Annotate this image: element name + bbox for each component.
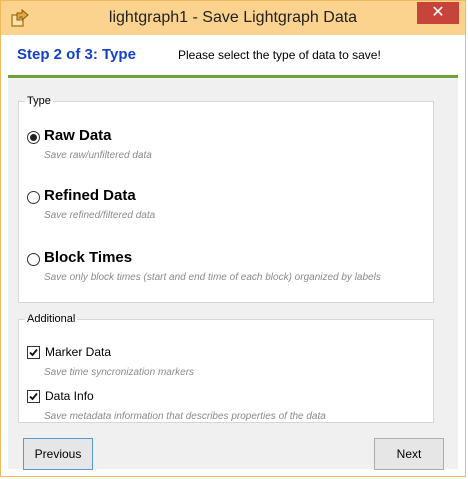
- checkbox-data-info[interactable]: Data Info: [27, 389, 227, 404]
- close-button[interactable]: ✕: [417, 2, 459, 24]
- export-icon: [9, 7, 31, 29]
- radio-button[interactable]: [27, 131, 40, 144]
- additional-group: Additional Marker Data Save time syncron…: [18, 313, 434, 423]
- radio-refined-data[interactable]: Refined Data: [27, 187, 327, 207]
- refined-data-description: Save refined/filtered data: [44, 210, 156, 221]
- block-times-description: Save only block times (start and end tim…: [44, 272, 381, 283]
- data-info-description: Save metadata information that describes…: [44, 411, 326, 422]
- dialog-body: Step 2 of 3: Type Please select the type…: [8, 35, 458, 470]
- wizard-header: Step 2 of 3: Type Please select the type…: [8, 35, 458, 78]
- title-bar[interactable]: lightgraph1 - Save Lightgraph Data ✕: [1, 1, 465, 35]
- radio-label[interactable]: Refined Data: [44, 187, 136, 204]
- radio-label[interactable]: Block Times: [44, 249, 132, 266]
- type-group: Type Raw Data Save raw/unfiltered data R…: [18, 95, 434, 303]
- checkmark-icon: [29, 392, 38, 401]
- radio-button[interactable]: [27, 191, 40, 204]
- radio-raw-data[interactable]: Raw Data: [27, 127, 327, 147]
- marker-data-description: Save time syncronization markers: [44, 367, 195, 378]
- checkbox-label[interactable]: Data Info: [45, 389, 94, 403]
- save-data-dialog: lightgraph1 - Save Lightgraph Data ✕ Ste…: [0, 0, 466, 477]
- type-group-legend: Type: [27, 95, 51, 107]
- radio-selected-dot: [30, 134, 37, 141]
- additional-group-legend: Additional: [27, 313, 76, 325]
- next-button[interactable]: Next: [374, 438, 444, 470]
- radio-label[interactable]: Raw Data: [44, 127, 112, 144]
- step-title: Step 2 of 3: Type: [17, 46, 136, 63]
- previous-button[interactable]: Previous: [23, 438, 93, 470]
- checkbox[interactable]: [27, 390, 40, 403]
- close-icon: ✕: [431, 4, 445, 21]
- checkbox[interactable]: [27, 346, 40, 359]
- radio-block-times[interactable]: Block Times: [27, 249, 327, 269]
- checkmark-icon: [29, 348, 38, 357]
- step-description: Please select the type of data to save!: [178, 48, 381, 62]
- checkbox-marker-data[interactable]: Marker Data: [27, 345, 227, 360]
- window-title: lightgraph1 - Save Lightgraph Data: [108, 9, 358, 26]
- radio-button[interactable]: [27, 253, 40, 266]
- raw-data-description: Save raw/unfiltered data: [44, 150, 152, 161]
- checkbox-label[interactable]: Marker Data: [45, 345, 111, 359]
